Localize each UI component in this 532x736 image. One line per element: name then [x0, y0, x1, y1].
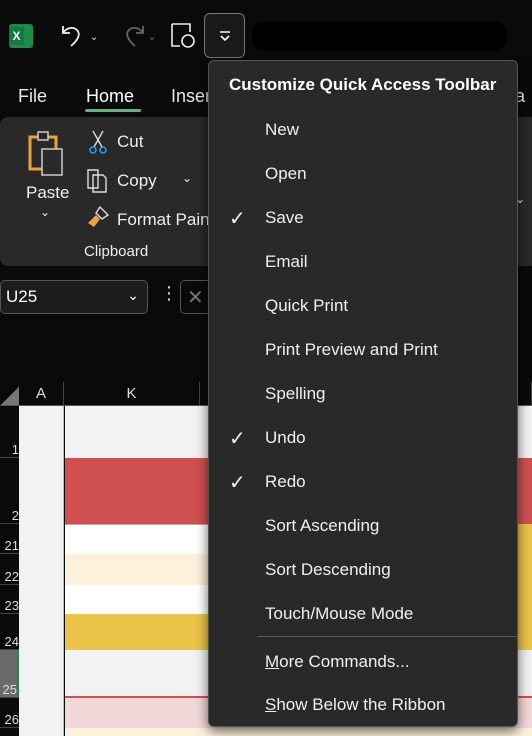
- cell-row-27[interactable]: [65, 728, 532, 736]
- menu-item-email[interactable]: Email: [209, 242, 517, 282]
- menu-item-new[interactable]: New: [209, 110, 517, 150]
- more-options-icon[interactable]: ⋮: [160, 283, 178, 304]
- menu-item-label: Email: [265, 252, 308, 271]
- row-header-23[interactable]: 23: [0, 585, 19, 614]
- menu-separator: [258, 636, 517, 637]
- format-painter-button[interactable]: Format Pain: [117, 210, 210, 230]
- paste-icon: [28, 131, 63, 176]
- row-header-21[interactable]: 21: [0, 524, 19, 554]
- undo-button[interactable]: ⌄: [56, 20, 102, 52]
- menu-title: Customize Quick Access Toolbar: [229, 75, 497, 94]
- tab-insert[interactable]: Inser: [171, 86, 211, 107]
- column-a-cells[interactable]: [19, 406, 64, 736]
- menu-item-more-commands[interactable]: More Commands...: [209, 642, 517, 682]
- menu-item-save[interactable]: ✓ Save: [209, 198, 517, 238]
- menu-item-label: Save: [265, 208, 304, 227]
- right-column-cells[interactable]: [517, 524, 532, 650]
- cut-icon: [89, 130, 107, 154]
- menu-item-sort-descending[interactable]: Sort Descending: [209, 550, 517, 590]
- checkmark-icon: ✓: [229, 472, 246, 494]
- menu-item-redo[interactable]: ✓ Redo: [209, 462, 517, 502]
- undo-chevron-icon[interactable]: ⌄: [89, 30, 98, 43]
- customize-qat-menu: Customize Quick Access Toolbar More Comm…: [208, 60, 518, 727]
- redo-chevron-icon[interactable]: ⌄: [147, 30, 156, 43]
- checkmark-icon: ✓: [229, 428, 246, 450]
- name-box[interactable]: U25 ⌄: [0, 280, 148, 314]
- menu-item-label: Undo: [265, 428, 306, 447]
- row-header-24[interactable]: 24: [0, 614, 19, 650]
- save-sync-button[interactable]: [170, 22, 198, 50]
- menu-item-label: Print Preview and Print: [265, 340, 438, 359]
- column-header-k[interactable]: K: [64, 382, 200, 406]
- menu-item-label: Spelling: [265, 384, 326, 403]
- redacted-title: [252, 22, 507, 50]
- excel-icon: X: [9, 24, 33, 48]
- paste-label: Paste: [26, 183, 70, 202]
- menu-item-sort-ascending[interactable]: Sort Ascending: [209, 506, 517, 546]
- menu-item-label: Redo: [265, 472, 306, 491]
- name-box-chevron-icon[interactable]: ⌄: [127, 287, 139, 304]
- checkmark-icon: ✓: [229, 208, 246, 230]
- copy-chevron-icon[interactable]: ⌄: [182, 171, 192, 185]
- copy-icon: [87, 169, 107, 193]
- customize-dropdown-icon: [219, 30, 230, 41]
- row-header-22[interactable]: 22: [0, 554, 19, 585]
- redo-button[interactable]: ⌄: [114, 20, 160, 52]
- menu-item-spelling[interactable]: Spelling: [209, 374, 517, 414]
- tab-home[interactable]: Home: [86, 86, 134, 107]
- menu-item-label: Sort Ascending: [265, 516, 380, 535]
- menu-item-print-preview-and-print[interactable]: Print Preview and Print: [209, 330, 517, 370]
- row-header-25[interactable]: 25: [0, 650, 19, 698]
- menu-item-open[interactable]: Open: [209, 154, 517, 194]
- cut-button[interactable]: Cut: [117, 132, 143, 152]
- paste-button[interactable]: Paste ⌄: [20, 129, 76, 229]
- column-header-a[interactable]: A: [19, 382, 64, 406]
- select-all-corner[interactable]: [0, 382, 19, 406]
- menu-item-touch-mouse-mode[interactable]: Touch/Mouse Mode: [209, 594, 517, 634]
- redo-icon: [126, 26, 145, 47]
- menu-item-label: Touch/Mouse Mode: [265, 604, 414, 623]
- row-header-26[interactable]: 26: [0, 698, 19, 728]
- menu-item-show-below-ribbon[interactable]: Show Below the Ribbon: [209, 685, 517, 725]
- tab-file[interactable]: File: [18, 86, 47, 107]
- menu-item-quick-print[interactable]: Quick Print: [209, 286, 517, 326]
- menu-item-label: Sort Descending: [265, 560, 391, 579]
- menu-item-undo[interactable]: ✓ Undo: [209, 418, 517, 458]
- undo-icon: [62, 26, 81, 47]
- paste-chevron-icon: ⌄: [40, 205, 51, 219]
- menu-item-label: Open: [265, 164, 307, 183]
- active-tab-indicator: [85, 109, 141, 112]
- menu-item-label: Quick Print: [265, 296, 349, 315]
- clipboard-group-label: Clipboard: [84, 243, 149, 260]
- menu-item-label: New: [265, 120, 300, 139]
- row-header-1[interactable]: 1: [0, 406, 19, 458]
- customize-qat-button[interactable]: [204, 13, 245, 58]
- format-painter-icon: [88, 205, 110, 227]
- copy-button[interactable]: Copy: [117, 171, 157, 191]
- name-box-value: U25: [6, 287, 38, 306]
- save-sync-icon: [171, 23, 195, 48]
- row-header-2[interactable]: 2: [0, 458, 19, 524]
